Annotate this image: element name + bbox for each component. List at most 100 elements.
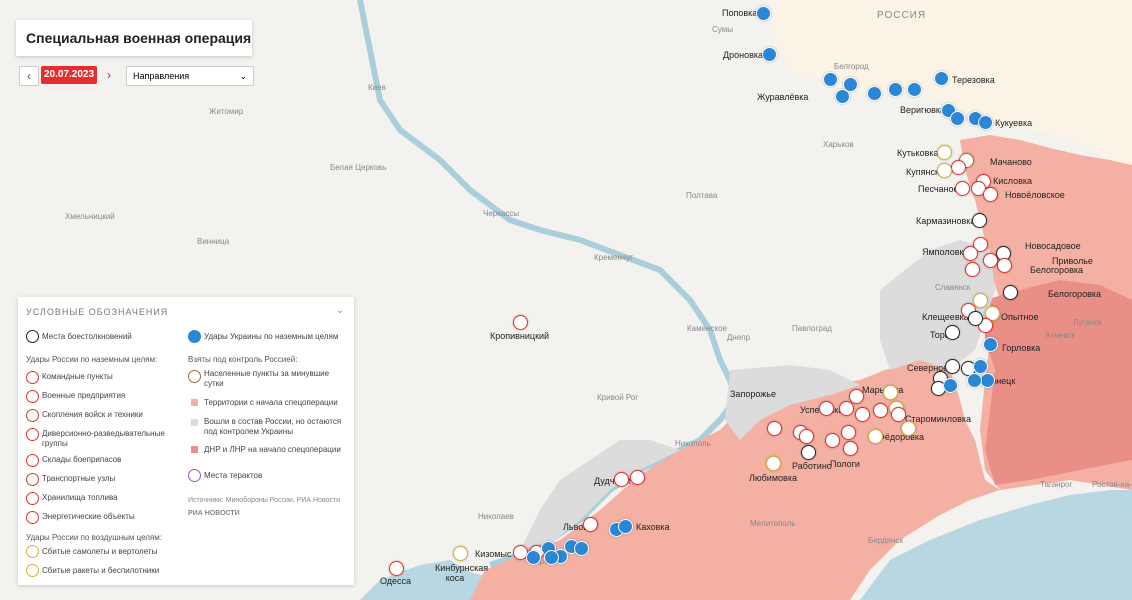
city-label: Кременчуг xyxy=(594,253,634,262)
ua-strike-icon[interactable] xyxy=(934,71,949,86)
city-label: Любимовка xyxy=(749,473,797,483)
air-target-icon[interactable] xyxy=(973,293,988,308)
city-label: Пологи xyxy=(830,459,860,469)
city-label: Кривой Рог xyxy=(597,393,639,402)
ru-strike-icon[interactable] xyxy=(983,253,998,268)
ru-strike-icon[interactable] xyxy=(963,246,978,261)
city-label: Полтава xyxy=(686,191,718,200)
city-label: Дроновка xyxy=(723,50,764,60)
ua-strike-icon[interactable] xyxy=(618,519,633,534)
air-target-icon[interactable] xyxy=(937,163,952,178)
ru-strike-icon[interactable] xyxy=(819,401,834,416)
legend-ru-ground-6: Хранилища топлива xyxy=(42,493,118,502)
ru-strike-icon[interactable] xyxy=(513,315,528,330)
ua-strike-icon[interactable] xyxy=(762,47,777,62)
ua-strike-icon[interactable] xyxy=(888,82,903,97)
legend-panel: УСЛОВНЫЕ ОБОЗНАЧЕНИЯ ⌄ Места боестолкнов… xyxy=(18,297,354,585)
ru-strike-icon[interactable] xyxy=(583,517,598,532)
combat-icon[interactable] xyxy=(1003,285,1018,300)
city-label: Мелитополь xyxy=(750,519,796,528)
city-label: Никополь xyxy=(675,439,711,448)
ua-strike-icon[interactable] xyxy=(978,115,993,130)
ua-strike-icon[interactable] xyxy=(980,373,995,388)
legend-ru-ground-2: Скопления войск и техники xyxy=(42,410,143,419)
ru-strike-icon[interactable] xyxy=(767,421,782,436)
ua-strike-icon[interactable] xyxy=(967,373,982,388)
ru-strike-icon[interactable] xyxy=(983,187,998,202)
air-target-icon[interactable] xyxy=(766,456,781,471)
next-date-button[interactable]: › xyxy=(100,66,118,84)
ua-strike-icon[interactable] xyxy=(526,550,541,565)
title-panel: Специальная военная операция xyxy=(16,20,252,56)
ru-strike-icon[interactable] xyxy=(630,470,645,485)
ru-strike-icon[interactable] xyxy=(843,441,858,456)
ru-strike-icon[interactable] xyxy=(891,407,906,422)
combat-icon[interactable] xyxy=(968,311,983,326)
chevron-down-icon: ⌄ xyxy=(239,71,247,81)
ru-ground-icon-5 xyxy=(26,473,39,486)
missile-icon xyxy=(26,564,39,577)
city-label: Ростов-на-Дону xyxy=(1092,480,1132,489)
ru-strike-icon[interactable] xyxy=(825,433,840,448)
ru-strike-icon[interactable] xyxy=(855,407,870,422)
ru-strike-icon[interactable] xyxy=(389,561,404,576)
ua-strike-icon[interactable] xyxy=(544,550,559,565)
page-title: Специальная военная операция xyxy=(26,30,252,46)
ru-strike-icon[interactable] xyxy=(965,262,980,277)
ua-strike-icon[interactable] xyxy=(943,378,958,393)
dpr-lpr-swatch xyxy=(191,446,198,453)
legend-control-1: Территории с начала спецоперации xyxy=(204,398,338,407)
ua-strike-icon[interactable] xyxy=(823,72,838,87)
ua-strike-icon[interactable] xyxy=(835,89,850,104)
combat-icon[interactable] xyxy=(945,359,960,374)
ru-strike-icon[interactable] xyxy=(799,429,814,444)
ua-strike-icon[interactable] xyxy=(756,6,771,21)
collapse-legend-icon[interactable]: ⌄ xyxy=(336,305,344,316)
ua-strike-icon[interactable] xyxy=(983,337,998,352)
city-label: Житомир xyxy=(209,107,244,116)
city-label: Каховка xyxy=(636,522,670,532)
city-label: Кутьковка xyxy=(897,148,939,158)
ru-ground-icon-0 xyxy=(26,371,39,384)
ru-strike-icon[interactable] xyxy=(841,425,856,440)
air-target-icon[interactable] xyxy=(883,385,898,400)
ru-strike-icon[interactable] xyxy=(955,181,970,196)
combat-icon[interactable] xyxy=(945,325,960,340)
air-target-icon[interactable] xyxy=(901,421,916,436)
legend-ru-ground-header: Удары России по наземным целям: xyxy=(26,355,158,364)
city-label: Кизомыс xyxy=(475,549,512,559)
air-target-icon[interactable] xyxy=(868,429,883,444)
ru-strike-icon[interactable] xyxy=(997,258,1012,273)
ua-strike-icon[interactable] xyxy=(950,111,965,126)
air-target-icon[interactable] xyxy=(453,546,468,561)
city-label: Кинбурнская коса xyxy=(435,563,489,583)
legend-header: УСЛОВНЫЕ ОБОЗНАЧЕНИЯ xyxy=(26,307,169,317)
directions-label: Направления xyxy=(133,71,190,81)
ua-strike-icon[interactable] xyxy=(574,541,589,556)
ua-strike-icon[interactable] xyxy=(907,82,922,97)
aircraft-icon xyxy=(26,545,39,558)
city-label: Луганск xyxy=(1073,318,1102,327)
city-label: Славянск xyxy=(935,283,971,292)
combat-icon[interactable] xyxy=(972,213,987,228)
city-label: Сумы xyxy=(712,25,733,34)
directions-select[interactable]: Направления ⌄ xyxy=(126,66,254,86)
ru-ground-icon-2 xyxy=(26,409,39,422)
city-label: Запорожье xyxy=(730,389,776,399)
legend-terror: Места терактов xyxy=(204,471,263,480)
ua-strike-icon[interactable] xyxy=(973,359,988,374)
current-date[interactable]: 20.07.2023 xyxy=(41,66,97,84)
combat-icon[interactable] xyxy=(801,445,816,460)
air-target-icon[interactable] xyxy=(937,145,952,160)
ru-ground-icon-7 xyxy=(26,511,39,524)
legend-combat: Места боестолкновений xyxy=(42,332,132,341)
ua-strike-icon[interactable] xyxy=(867,86,882,101)
ru-strike-icon[interactable] xyxy=(873,403,888,418)
ru-strike-icon[interactable] xyxy=(951,160,966,175)
legend-ru-ground-5: Транспортные узлы xyxy=(42,474,116,483)
ria-logo: РИА НОВОСТИ xyxy=(188,510,240,517)
prev-date-button[interactable]: ‹ xyxy=(19,66,39,86)
ru-strike-icon[interactable] xyxy=(614,472,629,487)
ru-strike-icon[interactable] xyxy=(839,401,854,416)
city-label: Терезовка xyxy=(952,75,995,85)
